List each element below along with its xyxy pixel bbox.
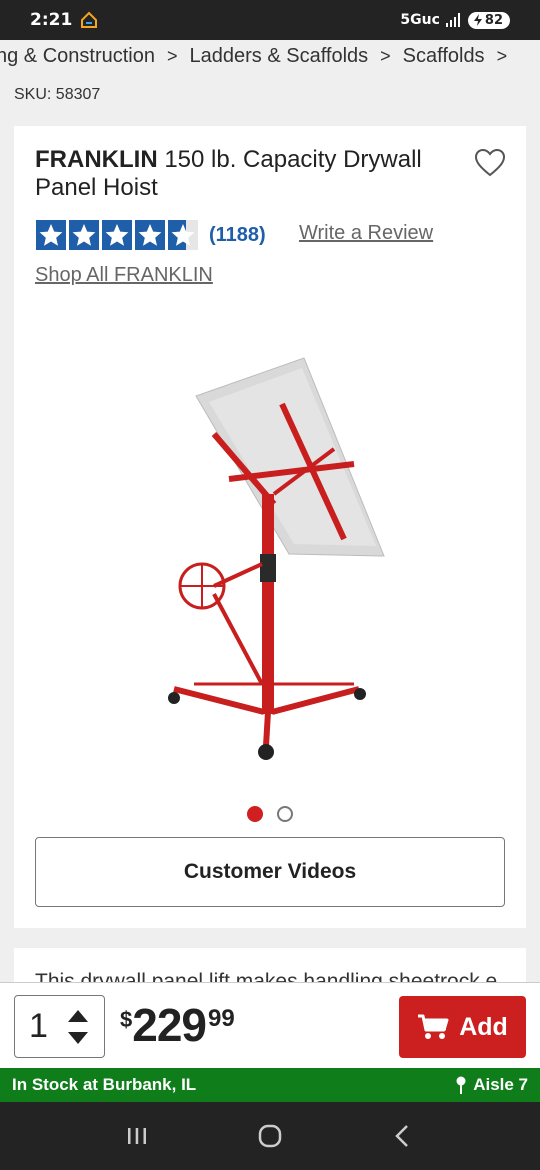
star-icon: [69, 220, 99, 250]
home-app-icon: [81, 11, 98, 28]
location-pin-icon: [456, 1076, 466, 1094]
status-bar: 2:21 5Guc 82: [0, 0, 540, 40]
price-currency: $: [120, 1007, 133, 1032]
add-to-cart-button[interactable]: Add: [399, 996, 526, 1058]
add-to-cart-bar: 1 $ 229 99 Add: [0, 982, 540, 1068]
chevron-right-icon: >: [496, 45, 508, 66]
stock-status: In Stock at Burbank, IL: [12, 1075, 197, 1094]
customer-videos-button[interactable]: Customer Videos: [35, 837, 505, 907]
star-icon: [135, 220, 165, 250]
breadcrumb-item[interactable]: ng & Construction: [0, 45, 155, 68]
heart-icon[interactable]: [474, 148, 506, 178]
system-nav-bar: [0, 1102, 540, 1170]
battery-charging-icon: [473, 14, 482, 26]
recent-apps-icon[interactable]: [122, 1121, 152, 1151]
breadcrumb: ng & Construction > Ladders & Scaffolds …: [0, 40, 540, 72]
carousel-dot[interactable]: [277, 806, 293, 822]
product-image[interactable]: [154, 354, 394, 764]
shop-all-brand-link[interactable]: Shop All FRANKLIN: [35, 264, 213, 287]
image-carousel-dots: [14, 806, 526, 822]
cart-icon: [418, 1014, 449, 1039]
aisle-info: Aisle 7: [455, 1075, 528, 1095]
sku-label: SKU: 58307: [14, 86, 101, 103]
breadcrumb-item[interactable]: Scaffolds: [403, 45, 485, 68]
quantity-value: 1: [29, 1007, 48, 1045]
price: $ 229 99: [120, 997, 235, 1053]
stock-bar[interactable]: In Stock at Burbank, IL Aisle 7: [0, 1068, 540, 1102]
carousel-dot-active[interactable]: [247, 806, 263, 822]
status-time: 2:21: [30, 10, 73, 30]
network-label: 5Guc: [400, 12, 440, 28]
star-icon: [36, 220, 66, 250]
chevron-right-icon: >: [166, 45, 178, 66]
product-title: FRANKLIN 150 lb. Capacity Drywall Panel …: [35, 146, 455, 202]
add-label: Add: [459, 1012, 508, 1041]
battery-level: 82: [484, 12, 503, 28]
review-count[interactable]: (1188): [209, 224, 266, 247]
aisle-label: Aisle 7: [473, 1075, 528, 1094]
star-icon: [102, 220, 132, 250]
back-icon[interactable]: [388, 1121, 418, 1151]
price-dollars: 229: [132, 999, 207, 1051]
battery-indicator: 82: [467, 11, 510, 29]
product-card: FRANKLIN 150 lb. Capacity Drywall Panel …: [14, 126, 526, 928]
price-cents: 99: [208, 1005, 235, 1032]
quantity-stepper[interactable]: 1: [14, 995, 105, 1058]
home-button-icon[interactable]: [255, 1121, 285, 1151]
breadcrumb-item[interactable]: Ladders & Scaffolds: [190, 45, 369, 68]
chevron-right-icon: >: [380, 45, 391, 66]
star-rating[interactable]: (1188): [36, 220, 266, 250]
write-review-link[interactable]: Write a Review: [299, 222, 433, 245]
up-down-arrows-icon[interactable]: [66, 1006, 90, 1048]
product-brand: FRANKLIN: [35, 146, 158, 173]
signal-icon: [445, 13, 460, 27]
half-star-icon: [168, 220, 198, 250]
